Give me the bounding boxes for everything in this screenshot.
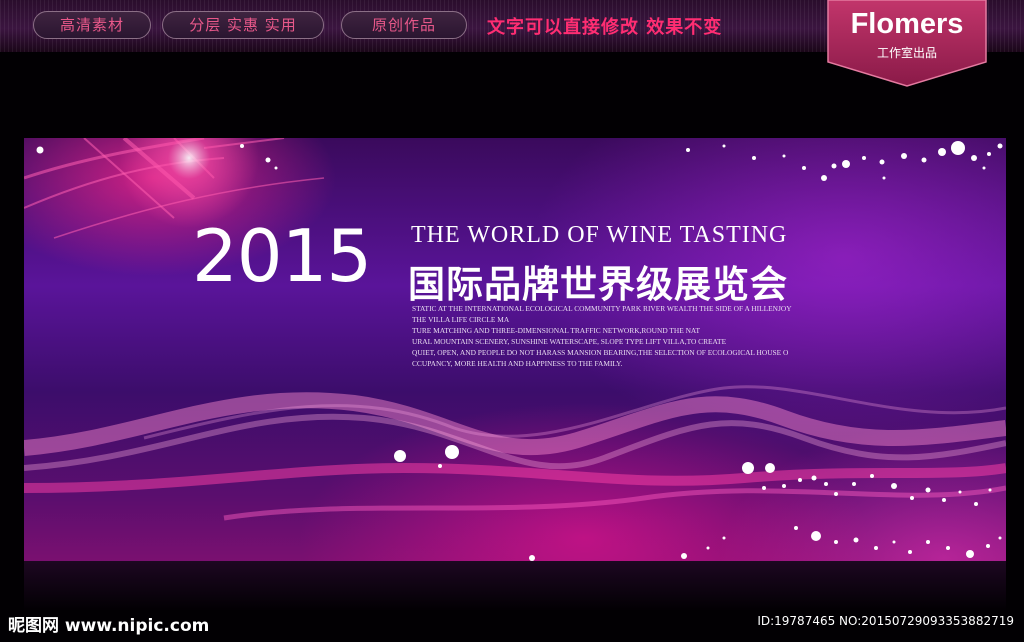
description-line: URAL MOUNTAIN SCENERY, SUNSHINE WATERSCA… [412, 337, 727, 346]
brand-logo-text: Flomers [850, 8, 964, 40]
editable-text-slogan: 文字可以直接修改 效果不变 [487, 17, 723, 38]
feature-pill-hd: 高清素材 [33, 11, 151, 39]
brand-subtitle: 工作室出品 [876, 46, 937, 60]
description-line: TURE MATCHING AND THREE-DIMENSIONAL TRAF… [412, 326, 700, 335]
description-line: THE VILLA LIFE CIRCLE MA [412, 315, 510, 324]
description-line: CCUPANCY, MORE HEALTH AND HAPPINESS TO T… [412, 359, 623, 368]
brand-badge: Flomers 工作室出品 [826, 0, 988, 88]
feature-pill-layered: 分层 实惠 实用 [162, 11, 324, 39]
description-line: QUIET, OPEN, AND PEOPLE DO NOT HARASS MA… [412, 348, 789, 357]
english-headline: THE WORLD OF WINE TASTING [411, 222, 788, 248]
feature-pill-original: 原创作品 [341, 11, 467, 39]
chinese-headline: 国际品牌世界级展览会 [408, 263, 788, 306]
event-year: 2015 [192, 214, 372, 298]
banner-reflection [24, 561, 1006, 611]
description-line: STATIC AT THE INTERNATIONAL ECOLOGICAL C… [412, 304, 792, 313]
exhibition-banner: 2015 THE WORLD OF WINE TASTING 国际品牌世界级展览… [24, 138, 1006, 561]
description-paragraph: STATIC AT THE INTERNATIONAL ECOLOGICAL C… [412, 303, 832, 369]
watermark-id: ID:19787465 NO:20150729093353882719 [757, 614, 1014, 628]
watermark-site: 昵图网 www.nipic.com [8, 616, 210, 636]
